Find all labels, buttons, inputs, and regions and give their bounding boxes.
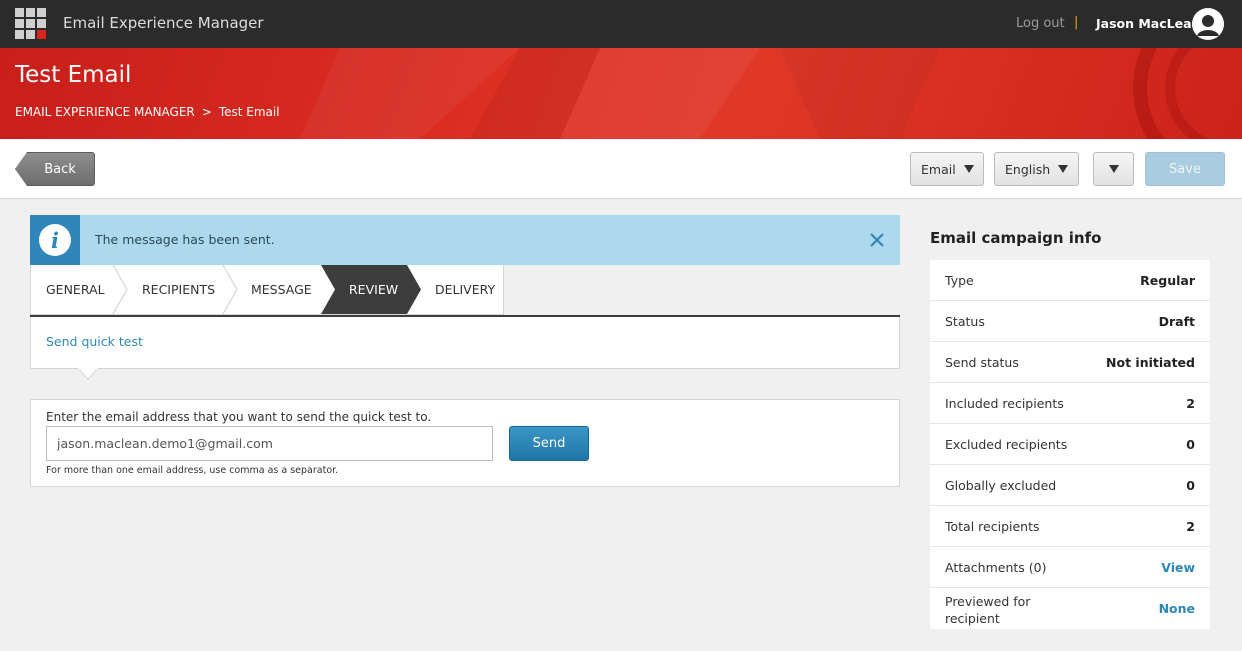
- campaign-info-title: Email campaign info: [930, 229, 1102, 247]
- info-label: Send status: [945, 355, 1019, 370]
- info-label: Excluded recipients: [945, 437, 1068, 452]
- app-grid-icon[interactable]: [15, 8, 47, 40]
- info-label: Included recipients: [945, 396, 1064, 411]
- info-row-globally-excluded: Globally excluded 0: [930, 465, 1210, 506]
- review-panel: Send quick test: [30, 317, 900, 369]
- info-icon-box: i: [30, 215, 80, 265]
- info-value: Draft: [1158, 314, 1195, 329]
- app-title: Email Experience Manager: [63, 14, 264, 32]
- notification-bar: i The message has been sent.: [30, 215, 900, 265]
- close-icon[interactable]: [868, 231, 886, 249]
- tab-separator: [112, 265, 128, 314]
- more-options-button[interactable]: [1093, 152, 1134, 186]
- send-button[interactable]: Send: [509, 426, 589, 461]
- info-row-excluded-recipients: Excluded recipients 0: [930, 424, 1210, 465]
- breadcrumb: EMAIL EXPERIENCE MANAGER > Test Email: [15, 105, 280, 119]
- email-input[interactable]: [46, 426, 493, 461]
- wizard-tabs: GENERAL RECIPIENTS MESSAGE REVIEW DELIVE…: [30, 265, 504, 315]
- tab-delivery[interactable]: DELIVERY: [435, 265, 495, 314]
- previewed-recipient-link[interactable]: None: [1159, 601, 1195, 616]
- info-label: Previewed for recipient: [945, 594, 1031, 626]
- campaign-info-table: Type Regular Status Draft Send status No…: [930, 260, 1210, 629]
- email-hint: For more than one email address, use com…: [46, 465, 339, 476]
- tab-general[interactable]: GENERAL: [46, 265, 105, 314]
- save-button[interactable]: Save: [1145, 152, 1225, 186]
- notification-message: The message has been sent.: [95, 232, 275, 247]
- email-dropdown-button[interactable]: Email: [910, 152, 984, 186]
- breadcrumb-current: Test Email: [218, 105, 280, 119]
- attachments-view-link[interactable]: View: [1161, 560, 1195, 575]
- info-value: Not initiated: [1106, 355, 1195, 370]
- caret-down-icon: [1058, 165, 1069, 173]
- language-dropdown-label: English: [1005, 161, 1051, 177]
- info-icon: i: [39, 224, 71, 256]
- caret-down-icon: [1108, 165, 1119, 173]
- info-row-total-recipients: Total recipients 2: [930, 506, 1210, 547]
- top-bar: Email Experience Manager Log out | Jason…: [0, 0, 1242, 48]
- info-value: 0: [1186, 478, 1195, 493]
- header-pattern: [300, 48, 1210, 139]
- info-row-previewed-for: Previewed for recipient None: [930, 588, 1210, 629]
- info-label: Globally excluded: [945, 478, 1057, 493]
- info-row-included-recipients: Included recipients 2: [930, 383, 1210, 424]
- info-label: Status: [945, 314, 985, 329]
- breadcrumb-root[interactable]: EMAIL EXPERIENCE MANAGER: [15, 105, 195, 119]
- panel-pointer: [78, 368, 98, 380]
- tab-review[interactable]: REVIEW: [321, 265, 421, 314]
- logout-link[interactable]: Log out: [1016, 16, 1065, 31]
- breadcrumb-chevron: >: [201, 105, 212, 119]
- email-dropdown-label: Email: [921, 161, 956, 177]
- info-row-status: Status Draft: [930, 301, 1210, 342]
- back-button[interactable]: Back: [15, 152, 95, 186]
- caret-down-icon: [963, 165, 974, 173]
- info-value: 2: [1186, 519, 1195, 534]
- info-label: Total recipients: [945, 519, 1040, 534]
- info-value: 2: [1186, 396, 1195, 411]
- info-value: Regular: [1140, 273, 1195, 288]
- info-label: Type: [945, 273, 974, 288]
- info-label: Attachments (0): [945, 560, 1047, 575]
- topbar-separator: |: [1074, 15, 1079, 30]
- page-header: Test Email EMAIL EXPERIENCE MANAGER > Test…: [0, 48, 1242, 139]
- tab-recipients[interactable]: RECIPIENTS: [142, 265, 215, 314]
- email-prompt-label: Enter the email address that you want to…: [46, 410, 432, 424]
- info-value: 0: [1186, 437, 1195, 452]
- language-dropdown-button[interactable]: English: [994, 152, 1079, 186]
- info-row-attachments: Attachments (0) View: [930, 547, 1210, 588]
- toolbar: Back Email English Save: [0, 139, 1242, 199]
- info-row-type: Type Regular: [930, 260, 1210, 301]
- username: Jason MacLean: [1096, 16, 1201, 31]
- tab-message[interactable]: MESSAGE: [251, 265, 312, 314]
- user-avatar-icon[interactable]: [1192, 8, 1224, 40]
- quick-test-form: Enter the email address that you want to…: [30, 399, 900, 487]
- info-row-send-status: Send status Not initiated: [930, 342, 1210, 383]
- tab-separator: [222, 265, 238, 314]
- page-title: Test Email: [15, 62, 132, 88]
- send-quick-test-link[interactable]: Send quick test: [46, 334, 143, 349]
